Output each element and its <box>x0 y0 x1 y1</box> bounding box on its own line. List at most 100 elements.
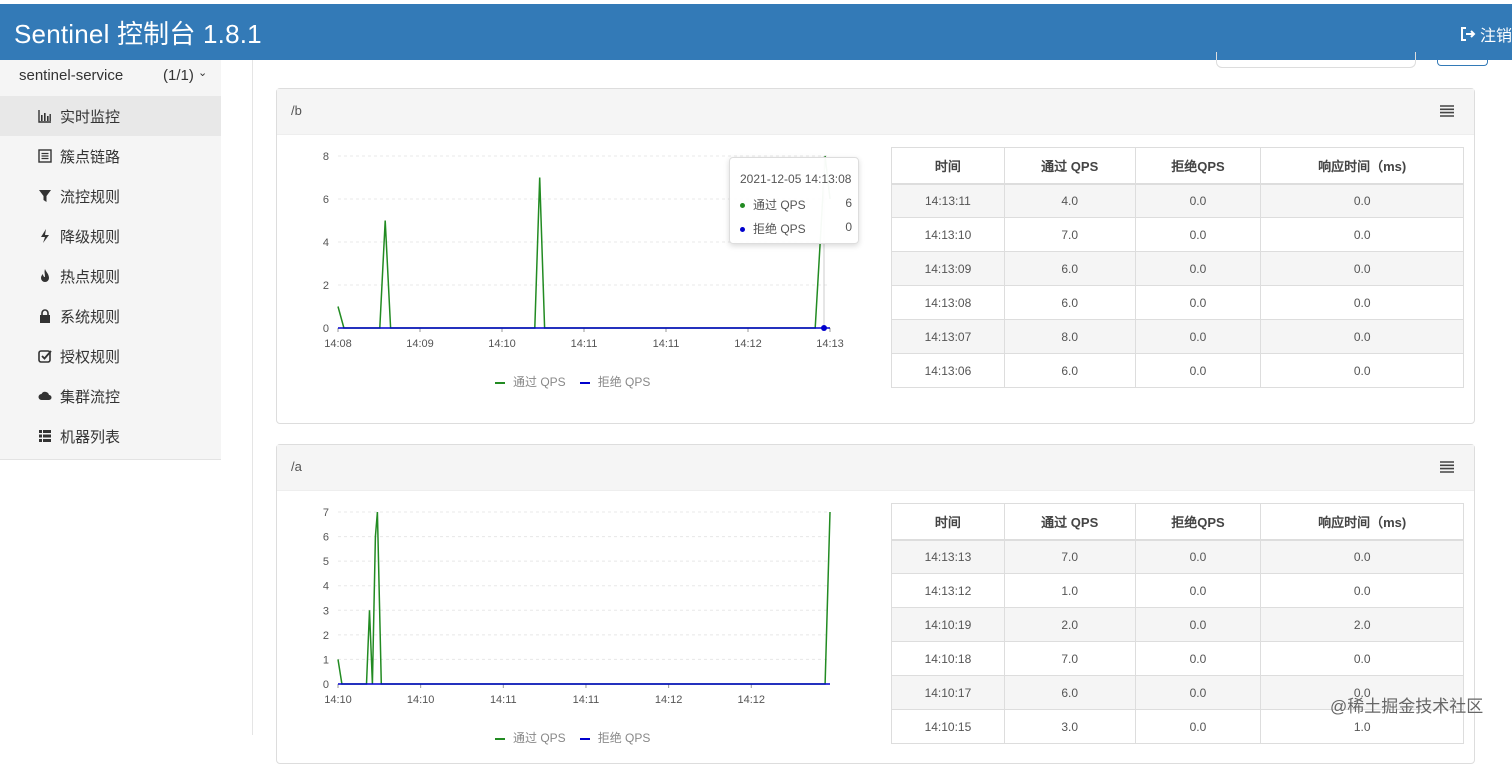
top-navbar: Sentinel 控制台 1.8.1 注销 <box>0 0 1512 60</box>
resource-panel-a: /a 0 1 2 3 4 5 6 7 14:10 14:10 14:11 14:11 14:12 14:1… <box>276 444 1475 764</box>
table-cell: 0.0 <box>1134 539 1262 574</box>
legend-item-block[interactable]: 拒绝 QPS <box>579 729 651 746</box>
sidebar-item-label: 集群流控 <box>60 388 121 406</box>
tooltip-row-block: 拒绝 QPS 0 <box>740 220 852 237</box>
legend-item-block[interactable]: 拒绝 QPS <box>579 373 651 390</box>
sidebar-item-authority-rules[interactable]: 授权规则 <box>0 336 221 376</box>
menu-icon[interactable] <box>1440 461 1454 473</box>
table-cell: 0.0 <box>1260 285 1464 320</box>
x-tick-label: 14:12 <box>738 694 766 706</box>
x-tick-label: 14:11 <box>573 694 600 706</box>
table-row: 14:13:11 4.0 0.0 0.0 <box>891 183 1464 218</box>
sidebar-item-system-rules[interactable]: 系统规则 <box>0 296 221 336</box>
table-row: 14:13:13 7.0 0.0 0.0 <box>891 539 1464 574</box>
x-tick-label: 14:10 <box>324 694 352 706</box>
chart-legend: 通过 QPS 拒绝 QPS <box>495 373 650 390</box>
table-row: 14:13:09 6.0 0.0 0.0 <box>891 251 1464 286</box>
table-cell: 0.0 <box>1260 251 1464 286</box>
resource-panel-b: /b 0 2 4 6 8 14:08 14:09 14:10 14:11 14:11 14:12 14… <box>276 88 1475 424</box>
table-cell: 14:13:13 <box>891 539 1005 574</box>
table-header: 拒绝QPS <box>1134 503 1262 541</box>
tooltip-value: 6 <box>845 196 852 210</box>
table-cell: 2.0 <box>1260 607 1464 642</box>
y-tick-label: 1 <box>323 654 329 666</box>
x-tick-label: 14:11 <box>490 694 517 706</box>
table-cell: 6.0 <box>1003 675 1136 710</box>
table-cell: 14:13:09 <box>891 251 1005 286</box>
lock-icon <box>38 309 52 323</box>
table-cell: 0.0 <box>1134 217 1262 252</box>
y-tick-label: 3 <box>323 605 329 617</box>
app-selector[interactable]: sentinel-service (1/1) ⌄ <box>0 60 221 96</box>
legend-label: 拒绝 QPS <box>597 375 651 389</box>
table-cell: 0.0 <box>1260 217 1464 252</box>
legend-label: 拒绝 QPS <box>597 731 651 745</box>
table-cell: 14:10:19 <box>891 607 1005 642</box>
menu-icon[interactable] <box>1440 105 1454 117</box>
sidebar-item-machine-list[interactable]: 机器列表 <box>0 416 221 456</box>
table-row: 14:13:08 6.0 0.0 0.0 <box>891 285 1464 320</box>
x-tick-label: 14:13 <box>816 338 844 350</box>
table-cell: 14:13:08 <box>891 285 1005 320</box>
resource-name: /a <box>291 459 302 474</box>
table-cell: 14:13:10 <box>891 217 1005 252</box>
y-tick-label: 4 <box>323 237 329 249</box>
sidebar-item-label: 实时监控 <box>60 108 121 126</box>
table-cell: 2.0 <box>1003 607 1136 642</box>
search-input[interactable] <box>1216 52 1416 68</box>
sidebar-item-label: 流控规则 <box>60 188 121 206</box>
sidebar-item-hotspot-rules[interactable]: 热点规则 <box>0 256 221 296</box>
table-cell: 14:10:17 <box>891 675 1005 710</box>
table-cell: 0.0 <box>1134 353 1262 388</box>
table-cell: 0.0 <box>1260 319 1464 354</box>
table-row: 14:10:18 7.0 0.0 0.0 <box>891 641 1464 676</box>
table-cell: 0.0 <box>1134 641 1262 676</box>
sidebar-item-label: 热点规则 <box>60 268 121 286</box>
table-cell: 0.0 <box>1134 573 1262 608</box>
tooltip-label: 拒绝 QPS <box>753 222 806 236</box>
logout-link[interactable]: 注销 <box>1460 22 1512 46</box>
sidebar-item-resource-chain[interactable]: 簇点链路 <box>0 136 221 176</box>
sidebar: sentinel-service (1/1) ⌄ 实时监控 簇点链路 流控规则 … <box>0 60 221 460</box>
table-cell: 14:10:18 <box>891 641 1005 676</box>
table-header: 拒绝QPS <box>1134 147 1262 185</box>
search-button[interactable] <box>1437 52 1488 66</box>
table-cell: 4.0 <box>1003 183 1136 218</box>
sidebar-item-label: 授权规则 <box>60 348 121 366</box>
table-cell: 0.0 <box>1134 251 1262 286</box>
app-title[interactable]: Sentinel 控制台 1.8.1 <box>14 14 262 51</box>
table-cell: 8.0 <box>1003 319 1136 354</box>
sidebar-item-label: 系统规则 <box>60 308 121 326</box>
sidebar-item-label: 降级规则 <box>60 228 121 246</box>
table-header: 时间 <box>891 147 1005 185</box>
table-cell: 0.0 <box>1260 183 1464 218</box>
legend-item-pass[interactable]: 通过 QPS <box>495 729 566 746</box>
list-icon <box>38 149 52 163</box>
x-tick-label: 14:11 <box>571 338 598 350</box>
content-divider <box>252 60 253 735</box>
table-cell: 6.0 <box>1003 285 1136 320</box>
table-cell: 14:13:07 <box>891 319 1005 354</box>
sidebar-item-flow-rules[interactable]: 流控规则 <box>0 176 221 216</box>
table-cell: 0.0 <box>1134 675 1262 710</box>
fire-icon <box>38 269 52 283</box>
y-tick-label: 6 <box>323 194 329 206</box>
chart-tooltip: 2021-12-05 14:13:08 通过 QPS 6 拒绝 QPS 0 <box>729 157 859 244</box>
app-name: sentinel-service <box>19 67 124 84</box>
chart-legend: 通过 QPS 拒绝 QPS <box>495 729 650 746</box>
sidebar-item-realtime-monitor[interactable]: 实时监控 <box>0 96 221 136</box>
table-row: 14:13:12 1.0 0.0 0.0 <box>891 573 1464 608</box>
app-instance-count: (1/1) <box>163 67 194 84</box>
legend-item-pass[interactable]: 通过 QPS <box>495 373 566 390</box>
qps-table: 时间 通过 QPS 拒绝QPS 响应时间（ms) 14:13:11 4.0 0.0 0.0 14… <box>891 147 1464 388</box>
tooltip-time: 2021-12-05 14:13:08 <box>740 172 852 186</box>
panel-header: /a <box>277 445 1474 491</box>
sidebar-item-cluster-flow[interactable]: 集群流控 <box>0 376 221 416</box>
table-cell: 7.0 <box>1003 217 1136 252</box>
x-tick-label: 14:12 <box>734 338 762 350</box>
x-tick-label: 14:11 <box>653 338 680 350</box>
sidebar-item-degrade-rules[interactable]: 降级规则 <box>0 216 221 256</box>
table-cell: 7.0 <box>1003 641 1136 676</box>
table-cell: 14:13:11 <box>891 183 1005 218</box>
y-tick-label: 2 <box>323 280 329 292</box>
